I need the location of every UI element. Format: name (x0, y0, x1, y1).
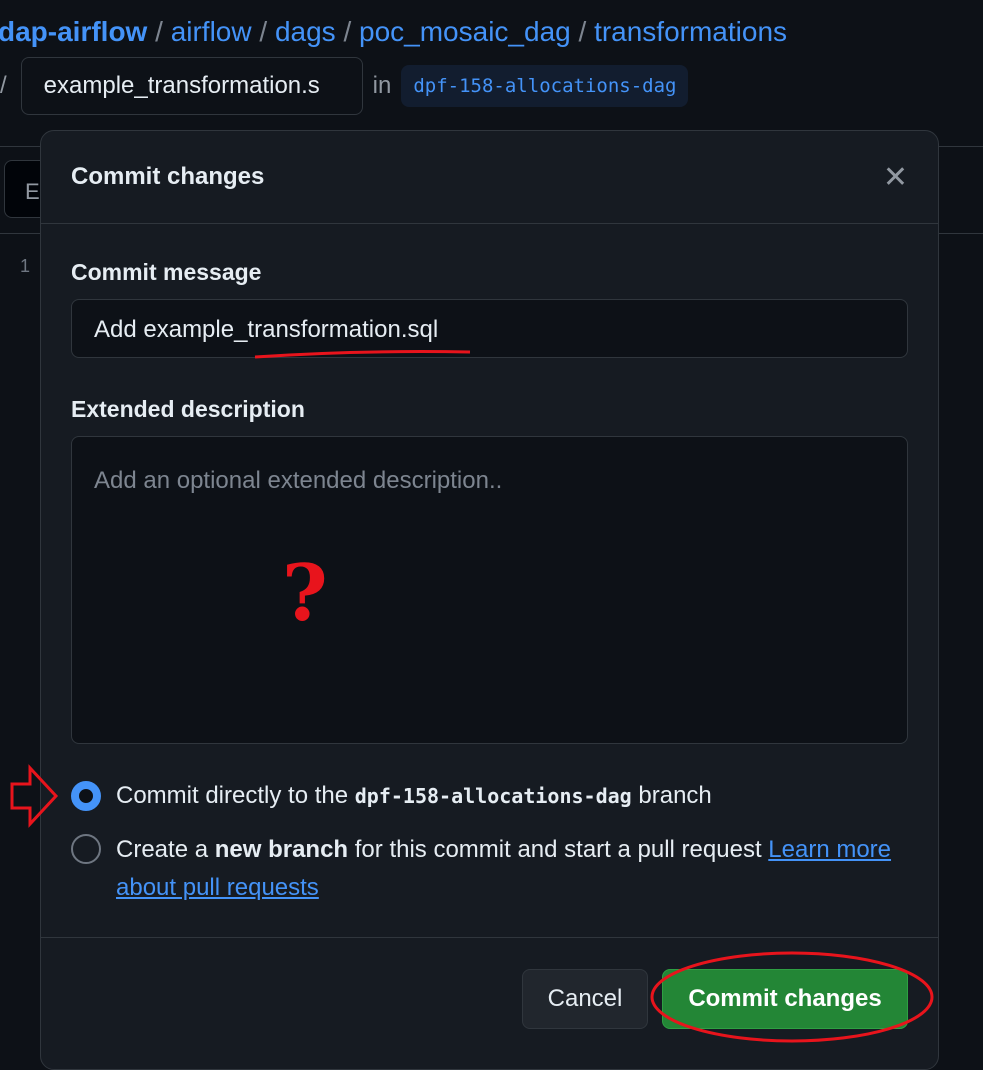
option-text: Commit directly to the (116, 782, 349, 809)
breadcrumb-separator: / (155, 16, 163, 47)
breadcrumb-separator: / (259, 16, 268, 47)
line-number: 1 (20, 256, 31, 276)
option-commit-directly[interactable]: Commit directly to the dpf-158-allocatio… (116, 777, 896, 815)
cancel-button[interactable]: Cancel (522, 969, 648, 1029)
option-new-branch[interactable]: Create a new branch for this commit and … (116, 831, 896, 907)
dialog-header: Commit changes ✕ (41, 131, 938, 224)
file-name-input[interactable]: example_transformation.s (20, 57, 363, 115)
x-icon[interactable]: ✕ (883, 160, 908, 195)
in-label: in (372, 72, 392, 99)
breadcrumb: dap-airflow / airflow / dags / poc_mosai… (0, 16, 787, 48)
breadcrumb-separator: / (343, 16, 352, 47)
dialog-footer-divider (41, 937, 938, 938)
breadcrumb-poc-mosaic-dag[interactable]: poc_mosaic_dag (359, 16, 571, 47)
breadcrumb-dags[interactable]: dags (275, 16, 336, 47)
radio-new-branch[interactable] (71, 834, 101, 864)
option-text: Create a (116, 836, 209, 863)
breadcrumb-airflow[interactable]: airflow (171, 16, 252, 47)
commit-message-input[interactable]: Add example_transformation.sql (71, 299, 908, 358)
radio-commit-directly[interactable] (71, 781, 101, 811)
option-text: for this commit and start a pull request (354, 836, 762, 863)
extended-description-textarea[interactable]: Add an optional extended description.. (71, 436, 908, 744)
commit-dialog: Commit changes ✕ Commit message Add exam… (40, 130, 939, 1070)
option-text: branch (638, 782, 712, 809)
commit-changes-button[interactable]: Commit changes (662, 969, 908, 1029)
file-name-row: / example_transformation.s in dpf-158-al… (0, 56, 689, 116)
option-bold: new branch (214, 836, 349, 863)
breadcrumb-separator: / (0, 72, 7, 99)
dialog-title: Commit changes (71, 163, 265, 190)
breadcrumb-separator: / (578, 16, 587, 47)
option-branch: dpf-158-allocations-dag (354, 784, 632, 808)
breadcrumb-transformations[interactable]: transformations (594, 16, 787, 47)
annotation-question-mark: ? (282, 548, 328, 639)
extended-description-label: Extended description (71, 396, 305, 422)
breadcrumb-repo[interactable]: dap-airflow (0, 16, 147, 47)
branch-badge: dpf-158-allocations-dag (401, 65, 689, 107)
commit-message-label: Commit message (71, 259, 262, 285)
